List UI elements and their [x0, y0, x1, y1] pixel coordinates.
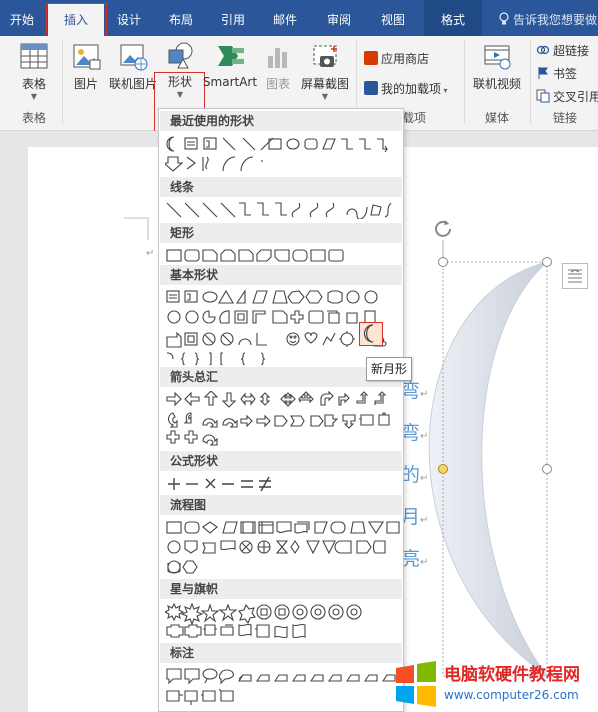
section-equation-shapes: 公式形状: [160, 451, 402, 471]
watermark-title: 电脑软硬件教程网: [444, 665, 580, 685]
section-recent-shapes: 最近使用的形状: [160, 111, 402, 131]
chart-label: 图表: [265, 77, 290, 91]
cross-reference-label: 交叉引用: [553, 90, 598, 104]
moon-char: 弯↵: [401, 422, 429, 444]
watermark-url: www.computer26.com: [444, 688, 579, 702]
bookmark-icon: [538, 67, 548, 79]
moon-char: 亮↵: [401, 548, 429, 570]
lightbulb-icon: [499, 12, 509, 25]
video-icon: [484, 45, 511, 70]
smartart-icon: [218, 46, 244, 66]
moon-char: 的↵: [401, 464, 429, 486]
hyperlink-button[interactable]: 超链接: [536, 42, 589, 59]
shape-tooltip: 新月形: [366, 357, 412, 381]
shapes-gallery: 最近使用的形状 线条 矩形 基本形状 箭头总汇 公式形状 流程图 星与旗帜 标注: [158, 108, 404, 712]
tab-design[interactable]: 设计: [108, 0, 150, 36]
store-icon: [364, 51, 378, 65]
equation-shapes-row[interactable]: [165, 475, 401, 493]
resize-handle-top-right[interactable]: [542, 257, 552, 267]
group-label-media: 媒体: [484, 111, 509, 125]
crescent-shape-option[interactable]: [359, 322, 383, 346]
windows-logo-icon: [396, 661, 436, 707]
rectangles-row[interactable]: [165, 247, 401, 265]
table-button[interactable]: 表格 ▼: [8, 42, 60, 101]
tab-home[interactable]: 开始: [0, 0, 44, 36]
my-addins-button[interactable]: 我的加载项 ▾: [364, 80, 448, 97]
site-watermark: 电脑软硬件教程网 www.computer26.com: [388, 652, 598, 712]
addins-icon: [364, 81, 378, 95]
my-addins-label: 我的加载项: [381, 82, 442, 96]
hyperlink-label: 超链接: [553, 44, 590, 58]
layout-options-icon[interactable]: [562, 263, 588, 289]
screenshot-label: 屏幕截图: [300, 77, 349, 91]
tab-layout[interactable]: 布局: [160, 0, 202, 36]
insert-tab-highlight: [46, 3, 107, 37]
tell-me-text: 告诉我您想要做: [513, 13, 598, 27]
separator: [62, 40, 63, 124]
cross-reference-button[interactable]: 交叉引用: [536, 88, 598, 105]
section-rectangles: 矩形: [160, 223, 402, 243]
moon-char: 月↵: [401, 506, 429, 528]
tell-me-box[interactable]: 告诉我您想要做: [498, 0, 597, 36]
screenshot-icon: [313, 45, 337, 67]
smartart-button[interactable]: SmartArt: [202, 42, 258, 89]
app-store-label: 应用商店: [381, 52, 430, 66]
callouts-rows[interactable]: [165, 667, 401, 705]
online-video-button[interactable]: 联机视频: [468, 42, 526, 92]
rotate-handle-icon[interactable]: [432, 218, 454, 240]
lines-row[interactable]: [165, 201, 401, 219]
crescent-icon: [363, 324, 374, 343]
tab-format[interactable]: 格式: [424, 0, 482, 36]
stars-banners-rows[interactable]: [165, 603, 401, 639]
tab-review[interactable]: 审阅: [318, 0, 360, 36]
basic-shapes-rows[interactable]: [165, 289, 401, 365]
bookmark-label: 书签: [553, 67, 578, 81]
section-lines: 线条: [160, 177, 402, 197]
online-video-label: 联机视频: [472, 77, 521, 91]
picture-label: 图片: [73, 77, 98, 91]
cross-reference-icon: [536, 89, 550, 103]
table-icon: [20, 43, 48, 69]
resize-handle-top-left[interactable]: [438, 257, 448, 267]
tab-view[interactable]: 视图: [372, 0, 414, 36]
smartart-label: SmartArt: [202, 75, 258, 89]
bookmark-button[interactable]: 书签: [536, 65, 577, 82]
group-label-tables: 表格: [21, 111, 46, 125]
table-label: 表格: [21, 77, 46, 91]
recent-shapes-row[interactable]: [165, 135, 401, 172]
chart-button[interactable]: 图表: [258, 42, 298, 92]
flowchart-rows[interactable]: [165, 519, 401, 574]
section-callouts: 标注: [160, 643, 402, 663]
picture-icon: [73, 44, 101, 70]
online-picture-button[interactable]: 联机图片: [106, 42, 160, 92]
app-store-button[interactable]: 应用商店: [364, 50, 429, 67]
tab-references[interactable]: 引用: [212, 0, 254, 36]
group-label-links: 链接: [552, 111, 577, 125]
picture-button[interactable]: 图片: [66, 42, 106, 92]
paragraph-mark: ↵: [146, 248, 155, 259]
shapes-icon: [168, 42, 193, 69]
separator: [464, 40, 465, 124]
resize-handle-right[interactable]: [542, 464, 552, 474]
section-flowchart: 流程图: [160, 495, 402, 515]
screenshot-button[interactable]: 屏幕截图 ▼: [298, 42, 352, 101]
separator: [530, 40, 531, 124]
online-picture-icon: [120, 44, 148, 71]
online-picture-label: 联机图片: [108, 77, 157, 91]
chart-icon: [268, 48, 287, 68]
adjust-handle[interactable]: [438, 464, 448, 474]
section-basic-shapes: 基本形状: [160, 265, 402, 285]
link-icon: [536, 45, 550, 55]
tab-mailings[interactable]: 邮件: [264, 0, 306, 36]
section-stars-banners: 星与旗帜: [160, 579, 402, 599]
block-arrows-rows[interactable]: [165, 391, 401, 446]
